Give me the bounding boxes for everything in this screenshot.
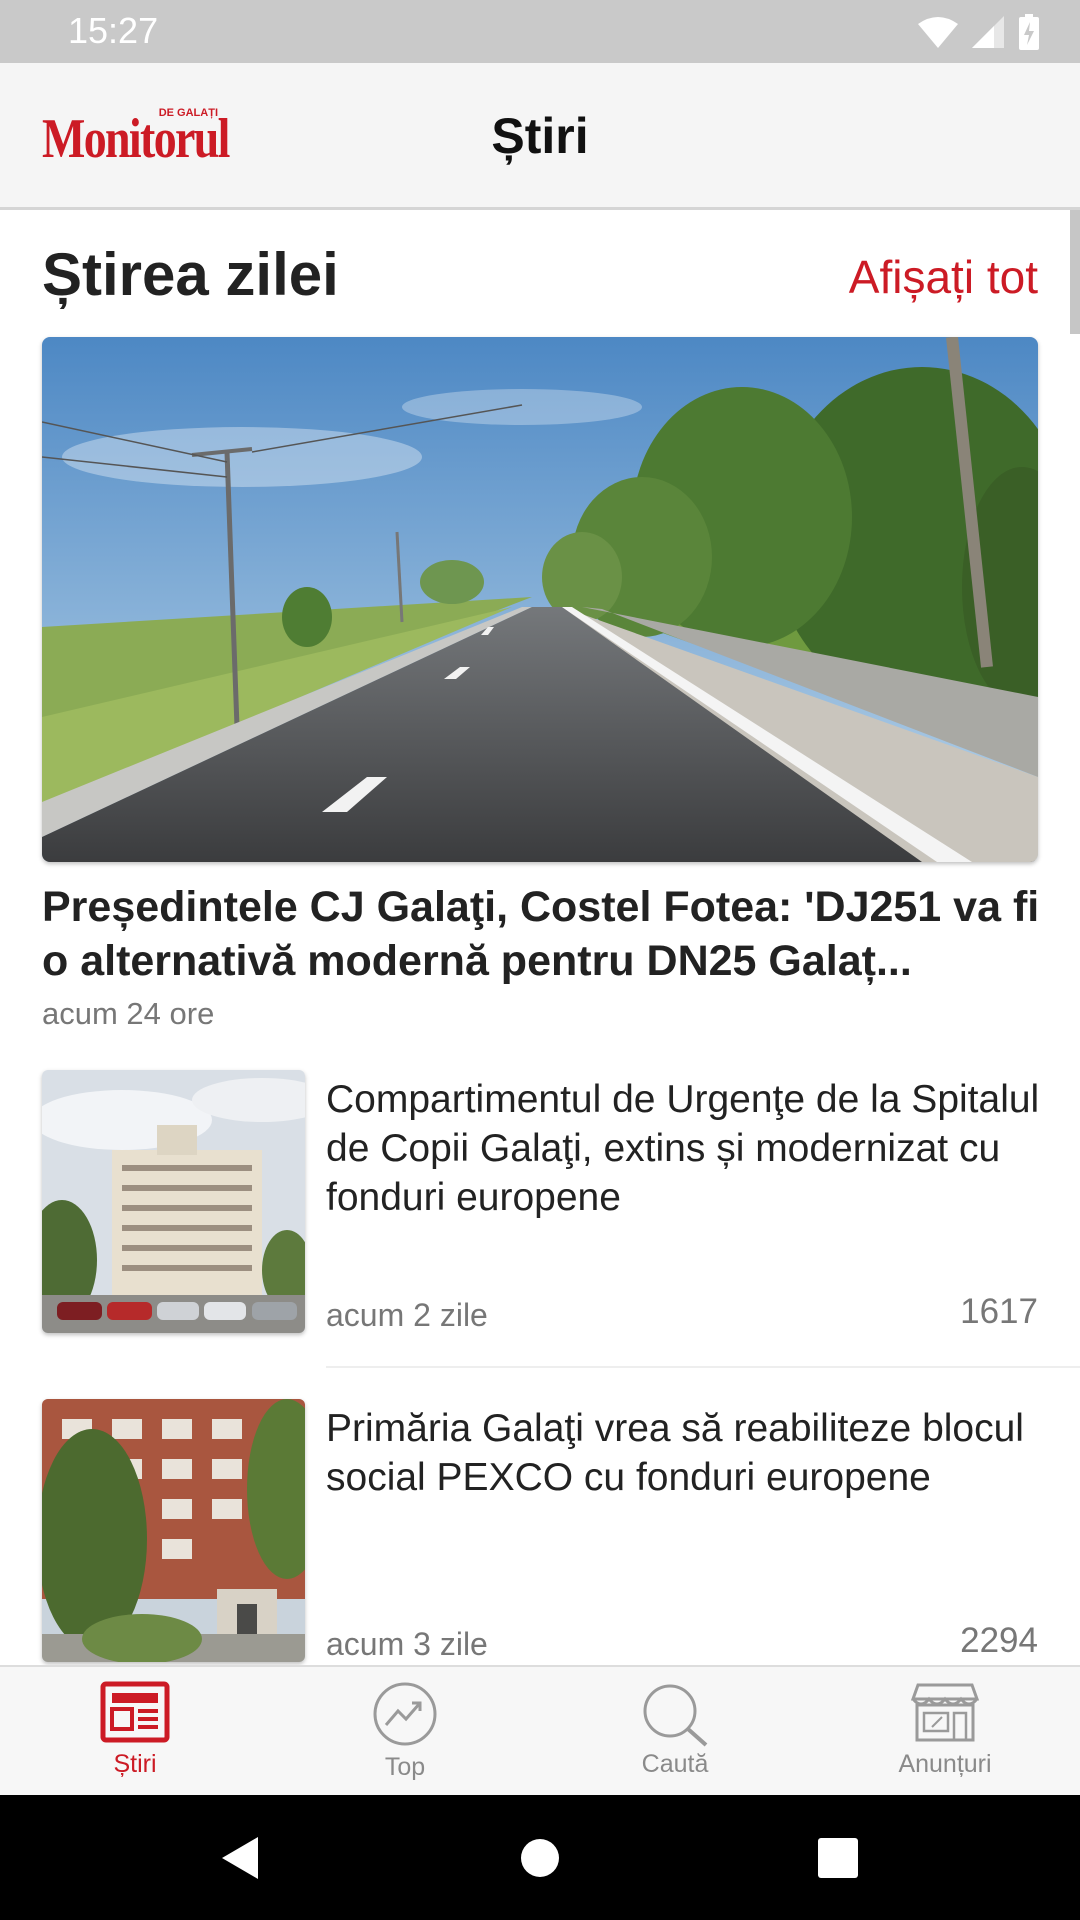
scrollbar[interactable] <box>1070 210 1080 334</box>
tab-label: Anunțuri <box>898 1750 992 1778</box>
article-title[interactable]: Primăria Galaţi vrea să reabiliteze bloc… <box>326 1404 1046 1502</box>
battery-charging-icon <box>1019 14 1039 50</box>
list-item[interactable]: Primăria Galaţi vrea să reabiliteze bloc… <box>0 1399 1080 1665</box>
system-navigation-bar <box>0 1795 1080 1920</box>
article-thumbnail[interactable] <box>42 1070 305 1333</box>
divider <box>326 1366 1080 1368</box>
app-bar: Știri Monitorul DE GALAȚI <box>0 63 1080 210</box>
recents-button[interactable] <box>798 1795 878 1920</box>
tab-label: Top <box>384 1753 426 1781</box>
app-logo[interactable]: Monitorul DE GALAȚI <box>42 107 230 167</box>
home-button[interactable] <box>500 1795 580 1920</box>
home-icon <box>521 1838 559 1877</box>
article-time: acum 3 zile <box>326 1626 488 1662</box>
back-button[interactable] <box>200 1795 280 1920</box>
search-icon <box>540 1681 810 1751</box>
cell-signal-icon <box>972 16 1004 48</box>
list-item[interactable]: Compartimentul de Urgenţe de la Spitalul… <box>0 1070 1080 1400</box>
tab-label: Caută <box>641 1750 709 1778</box>
article-time: acum 2 zile <box>326 1297 488 1333</box>
logo-subtext: DE GALAȚI <box>158 107 218 119</box>
article-views: 2294 <box>960 1621 1038 1660</box>
logo-text: Monitorul <box>42 108 230 170</box>
status-bar: 15:27 <box>0 0 1080 63</box>
tab-top[interactable]: Top <box>270 1667 540 1797</box>
hero-article-title[interactable]: Președintele CJ Galaţi, Costel Fotea: 'D… <box>42 880 1042 988</box>
bottom-navigation: Știri Top Caută Anunțuri <box>0 1665 1080 1795</box>
wifi-icon <box>918 17 958 48</box>
news-feed[interactable]: Știrea zilei Afișați tot Președintele CJ… <box>0 210 1080 1665</box>
article-thumbnail[interactable] <box>42 1399 305 1662</box>
back-icon <box>222 1836 258 1879</box>
hero-article-time: acum 24 ore <box>42 996 215 1031</box>
tab-stiri[interactable]: Știri <box>0 1667 270 1797</box>
tab-anunturi[interactable]: Anunțuri <box>810 1667 1080 1797</box>
trending-icon <box>270 1681 540 1751</box>
section-title: Știrea zilei <box>42 241 339 308</box>
tab-cauta[interactable]: Caută <box>540 1667 810 1797</box>
hero-article-image[interactable] <box>42 337 1038 862</box>
tab-label: Știri <box>113 1750 157 1778</box>
article-title[interactable]: Compartimentul de Urgenţe de la Spitalul… <box>326 1075 1046 1222</box>
store-icon <box>810 1681 1080 1751</box>
status-time: 15:27 <box>68 10 159 51</box>
article-views: 1617 <box>960 1292 1038 1331</box>
newspaper-icon <box>0 1681 270 1751</box>
status-icons <box>918 12 1040 52</box>
show-all-link[interactable]: Afișați tot <box>849 250 1038 304</box>
recents-icon <box>818 1837 858 1878</box>
